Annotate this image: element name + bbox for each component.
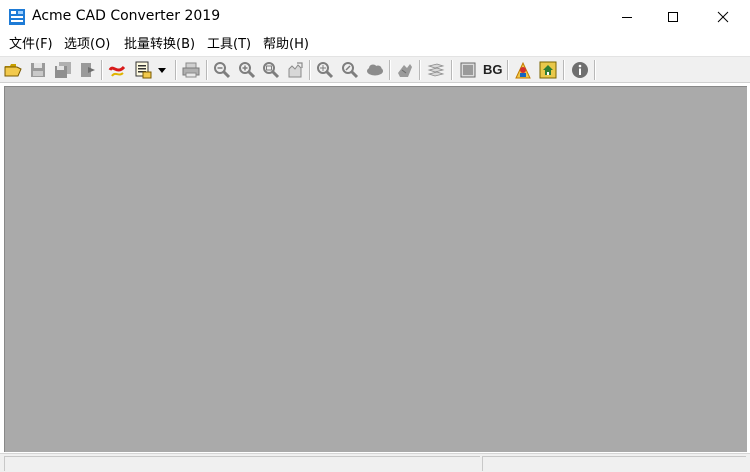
zoom-realtime-button[interactable] xyxy=(341,61,359,79)
zoom-extents-icon xyxy=(317,62,334,79)
minimize-button[interactable] xyxy=(604,0,650,34)
zoom-realtime-icon xyxy=(342,62,359,79)
batch-convert-icon xyxy=(135,61,152,79)
layers-button[interactable] xyxy=(396,61,414,79)
close-icon xyxy=(717,11,729,23)
toolbar-separator xyxy=(563,60,565,80)
menu-file[interactable]: 文件(F) xyxy=(9,36,53,54)
about-button[interactable] xyxy=(571,61,589,79)
zoom-window-icon xyxy=(263,62,280,79)
dropdown-arrow-icon xyxy=(158,68,166,73)
menu-tools[interactable]: 工具(T) xyxy=(207,36,251,54)
layers-icon xyxy=(398,64,412,77)
cloud-icon xyxy=(367,64,383,76)
save-icon xyxy=(31,63,45,77)
user-icon xyxy=(515,61,531,79)
print-icon xyxy=(182,62,200,78)
close-button[interactable] xyxy=(700,0,746,34)
menu-options[interactable]: 选项(O) xyxy=(64,36,110,54)
batch-convert-button[interactable] xyxy=(134,61,152,79)
bg-button[interactable]: BG xyxy=(483,62,503,77)
export-button[interactable] xyxy=(79,61,97,79)
layer-list-icon xyxy=(427,63,445,77)
status-pane-right xyxy=(482,456,746,471)
status-pane-left xyxy=(4,456,480,471)
pdf-convert-button[interactable] xyxy=(108,61,126,79)
home-button[interactable] xyxy=(539,61,557,79)
open-folder-icon xyxy=(4,64,22,77)
info-icon xyxy=(572,62,588,78)
toolbar-separator xyxy=(594,60,596,80)
minimize-icon xyxy=(622,17,632,18)
status-text-right xyxy=(483,462,486,472)
black-background-button[interactable] xyxy=(459,61,477,79)
print-button[interactable] xyxy=(182,61,200,79)
maximize-icon xyxy=(668,12,678,22)
save-all-icon xyxy=(55,62,71,78)
zoom-extents-button[interactable] xyxy=(316,61,334,79)
app-logo-icon xyxy=(9,9,25,25)
title-bar[interactable]: Acme CAD Converter 2019 xyxy=(0,0,750,34)
save-button[interactable] xyxy=(29,61,47,79)
zoom-pan-button[interactable] xyxy=(286,61,304,79)
toolbar-separator xyxy=(101,60,103,80)
zoom-out-button[interactable] xyxy=(213,61,231,79)
cloud-button[interactable] xyxy=(366,61,384,79)
open-button[interactable] xyxy=(4,61,22,79)
toolbar-separator xyxy=(175,60,177,80)
export-icon xyxy=(81,63,95,77)
layer-list-button[interactable] xyxy=(427,61,445,79)
maximize-button[interactable] xyxy=(650,0,696,34)
zoom-in-icon xyxy=(239,62,256,79)
zoom-out-icon xyxy=(214,62,231,79)
status-text-left xyxy=(5,462,8,472)
pdf-convert-icon xyxy=(108,65,126,77)
toolbar-separator xyxy=(389,60,391,80)
toolbar-separator xyxy=(451,60,453,80)
menu-help[interactable]: 帮助(H) xyxy=(263,36,309,54)
status-bar xyxy=(0,453,750,472)
toolbar-separator xyxy=(309,60,311,80)
drawing-area[interactable] xyxy=(4,86,747,452)
save-all-button[interactable] xyxy=(54,61,72,79)
zoom-pan-icon xyxy=(288,62,303,78)
black-background-icon xyxy=(460,62,476,78)
user-button[interactable] xyxy=(514,61,532,79)
window-title: Acme CAD Converter 2019 xyxy=(32,8,221,24)
menu-batch-convert[interactable]: 批量转换(B) xyxy=(124,36,195,54)
toolbar-separator xyxy=(419,60,421,80)
toolbar-separator xyxy=(507,60,509,80)
batch-convert-dropdown[interactable] xyxy=(156,61,168,79)
menu-bar: 文件(F) 选项(O) 批量转换(B) 工具(T) 帮助(H) xyxy=(0,34,750,56)
zoom-window-button[interactable] xyxy=(262,61,280,79)
toolbar-separator xyxy=(206,60,208,80)
app-window: Acme CAD Converter 2019 文件(F) 选项(O) 批量转换… xyxy=(0,0,750,472)
toolbar: BG xyxy=(0,56,750,83)
home-icon xyxy=(539,61,557,79)
zoom-in-button[interactable] xyxy=(238,61,256,79)
